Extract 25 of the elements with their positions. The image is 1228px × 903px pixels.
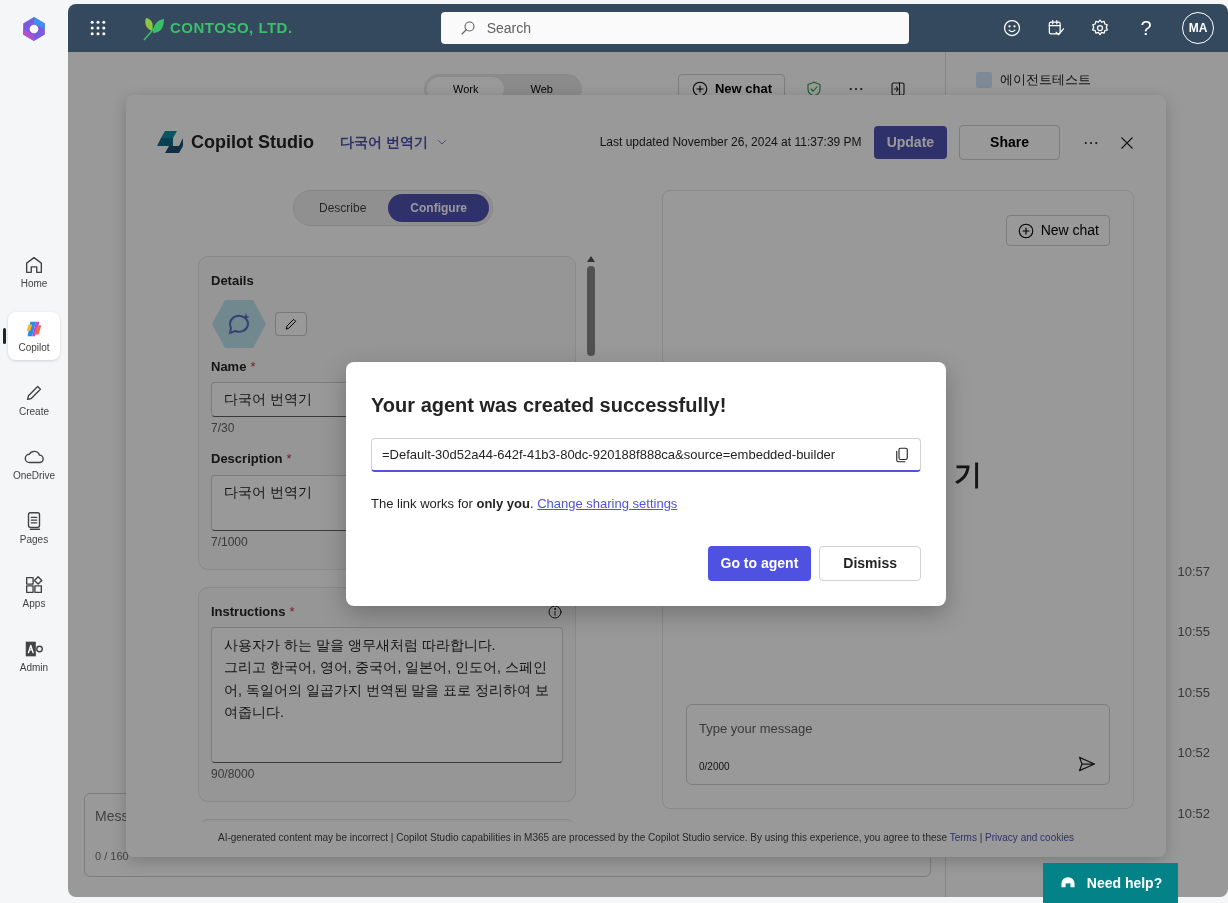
char-count: 0 / 160 xyxy=(95,848,130,864)
footer-text: AI-generated content may be incorrect | Copilot Studio capabilities in M365 are processed by the Copilot Studio service. By using this experience, you agree to these Terms | Privacy and cookies xyxy=(216,831,1075,845)
field-label: Instructions xyxy=(211,602,286,621)
brand-name: CONTOSO, LTD. xyxy=(170,17,293,38)
section-heading: Details xyxy=(211,272,255,290)
char-count: 7/30 xyxy=(211,420,236,437)
agent-heading: 기 xyxy=(954,458,982,492)
required-mark: * xyxy=(286,451,292,466)
required-mark: * xyxy=(250,358,256,374)
char-count: 0/2000 xyxy=(699,760,730,774)
timestamp: 10:52 xyxy=(1177,804,1210,823)
sharing-note: The link works for only you. Change sharing settings xyxy=(371,495,679,513)
dialog-title: Your agent was created successfully! xyxy=(371,393,728,418)
required-mark: * xyxy=(289,602,295,621)
window-title: Copilot Studio xyxy=(191,130,314,154)
field-label: Description xyxy=(211,451,283,466)
last-updated-text: Last updated November 26, 2024 at 11:37:39 PM xyxy=(599,134,862,151)
timestamp: 10:55 xyxy=(1177,623,1210,641)
placeholder-text: Type your message xyxy=(699,720,814,738)
timestamp: 10:57 xyxy=(1177,562,1210,581)
timestamp: 10:52 xyxy=(1177,744,1210,762)
timestamp: 10:55 xyxy=(1177,683,1210,702)
char-count: 90/8000 xyxy=(211,766,256,783)
field-label: Name xyxy=(211,358,247,374)
char-count: 7/1000 xyxy=(211,533,249,551)
